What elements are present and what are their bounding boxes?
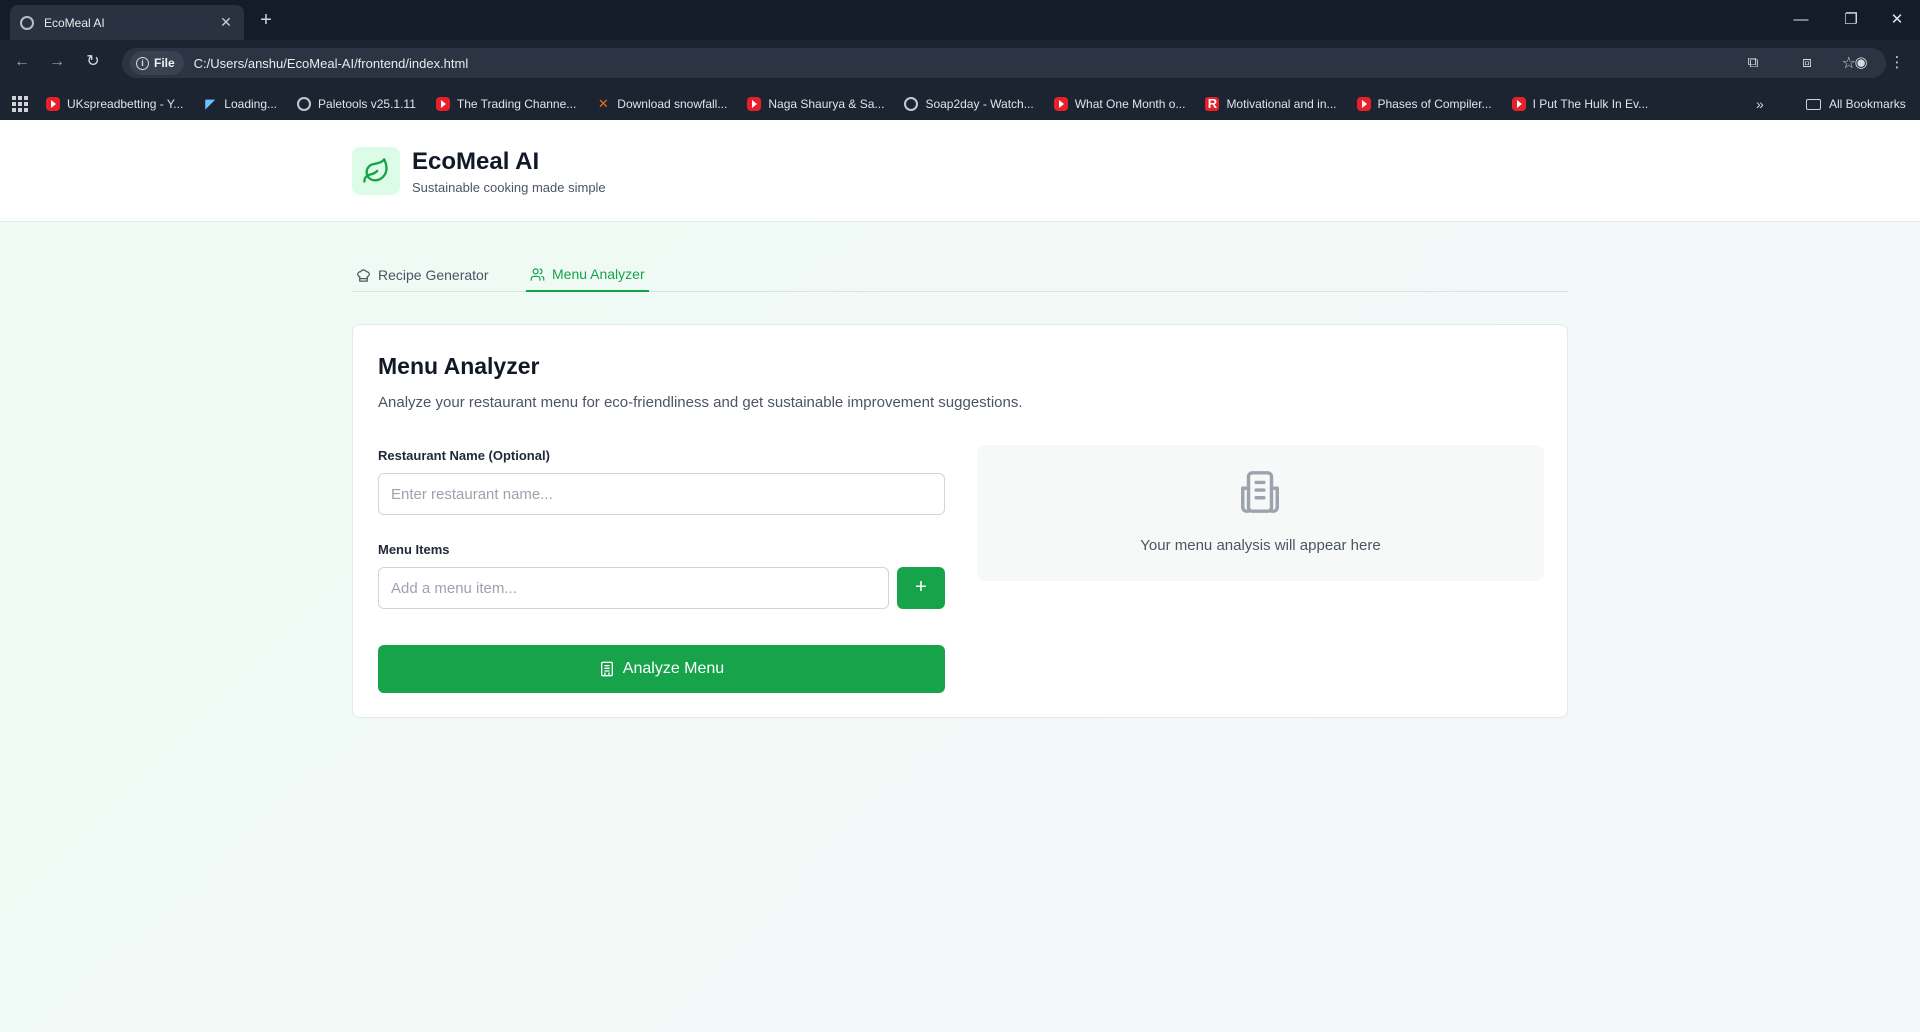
bookmark-item[interactable]: Naga Shaurya & Sa...: [747, 97, 884, 111]
menu-item-input[interactable]: [378, 567, 889, 609]
bookmark-item[interactable]: R Motivational and in...: [1205, 97, 1337, 111]
tab-strip: EcoMeal AI ✕ + — ❐ ✕: [0, 0, 1920, 40]
browser-tab-title: EcoMeal AI: [44, 15, 105, 30]
browser-menu-icon[interactable]: ⋮: [1884, 50, 1910, 76]
minimize-icon[interactable]: —: [1778, 0, 1824, 40]
bookmarks-bar: UKspreadbetting - Y... ◤ Loading... Palet…: [0, 88, 1920, 120]
bookmark-item[interactable]: The Trading Channe...: [435, 97, 576, 111]
bookmark-item[interactable]: UKspreadbetting - Y...: [46, 97, 183, 111]
url-text[interactable]: C:/Users/anshu/EcoMeal-AI/frontend/index…: [194, 56, 469, 71]
globe-icon: [20, 15, 34, 30]
bookmark-item[interactable]: Soap2day - Watch...: [904, 97, 1034, 111]
scheme-label: File: [154, 56, 175, 70]
all-bookmarks-button[interactable]: All Bookmarks: [1806, 88, 1906, 120]
menu-items-label: Menu Items: [378, 542, 450, 557]
new-tab-button[interactable]: +: [254, 8, 278, 32]
apps-grid-icon[interactable]: [12, 96, 28, 112]
extensions-icon[interactable]: ⧉: [1740, 50, 1766, 76]
app-header: EcoMeal AI Sustainable cooking made simp…: [0, 120, 1920, 222]
site-icon: ◤: [205, 96, 216, 111]
section-title: Menu Analyzer: [378, 353, 540, 379]
analysis-placeholder-text: Your menu analysis will appear here: [1140, 537, 1381, 554]
youtube-icon: [747, 97, 762, 111]
address-bar[interactable]: i File C:/Users/anshu/EcoMeal-AI/fronten…: [122, 48, 1886, 78]
x-site-icon: ✕: [597, 96, 609, 111]
analysis-result-panel: Your menu analysis will appear here: [977, 445, 1544, 581]
building-icon: [1241, 471, 1279, 513]
youtube-icon: [1511, 97, 1526, 111]
cast-icon[interactable]: ⧈: [1794, 50, 1820, 76]
youtube-icon: [1053, 97, 1068, 111]
globe-icon: [297, 97, 312, 111]
back-icon[interactable]: ←: [10, 50, 34, 74]
section-description: Analyze your restaurant menu for eco-fri…: [378, 394, 1023, 411]
leaf-icon: [363, 158, 388, 183]
globe-icon: [904, 97, 919, 111]
info-icon: i: [136, 56, 149, 70]
r-site-icon: R: [1205, 97, 1220, 111]
add-menu-item-button[interactable]: +: [897, 567, 945, 609]
site-info-chip[interactable]: i File: [130, 51, 184, 75]
app-title: EcoMeal AI: [412, 148, 540, 175]
bookmark-item[interactable]: I Put The Hulk In Ev...: [1511, 97, 1648, 111]
more-bookmarks-icon[interactable]: »: [1756, 88, 1764, 120]
window-close-icon[interactable]: ✕: [1874, 0, 1920, 40]
analyze-menu-button[interactable]: Analyze Menu: [378, 645, 945, 693]
youtube-icon: [46, 97, 60, 111]
restaurant-name-label: Restaurant Name (Optional): [378, 448, 550, 463]
restaurant-name-input[interactable]: [378, 473, 945, 515]
forward-icon[interactable]: →: [45, 50, 69, 74]
reload-icon[interactable]: ↻: [81, 50, 105, 74]
app-subtitle: Sustainable cooking made simple: [412, 180, 606, 195]
youtube-icon: [1356, 97, 1371, 111]
folder-icon: [1806, 98, 1821, 110]
logo: [352, 147, 400, 195]
users-icon: [530, 267, 545, 281]
bookmark-item[interactable]: Paletools v25.1.11: [297, 97, 416, 111]
bookmark-item[interactable]: ◤ Loading...: [203, 96, 277, 112]
youtube-icon: [435, 97, 450, 111]
bookmark-item[interactable]: What One Month o...: [1053, 97, 1185, 111]
menu-analyzer-card: Menu Analyzer Analyze your restaurant me…: [352, 324, 1568, 718]
tab-recipe-generator[interactable]: Recipe Generator: [352, 258, 493, 292]
bookmark-item[interactable]: ✕ Download snowfall...: [596, 96, 728, 112]
profile-icon[interactable]: ◉: [1848, 50, 1874, 76]
feature-tabs: Recipe Generator Menu Analyzer: [352, 258, 1568, 292]
chef-hat-icon: [357, 268, 370, 282]
browser-chrome: EcoMeal AI ✕ + — ❐ ✕ ← → ↻ i File C:/Use…: [0, 0, 1920, 120]
analyze-menu-label: Analyze Menu: [622, 660, 725, 677]
browser-tab[interactable]: EcoMeal AI ✕: [10, 5, 244, 40]
tab-menu-analyzer[interactable]: Menu Analyzer: [526, 258, 649, 292]
close-tab-icon[interactable]: ✕: [218, 14, 234, 31]
restore-icon[interactable]: ❐: [1828, 0, 1874, 40]
page: EcoMeal AI Sustainable cooking made simp…: [0, 120, 1920, 1032]
bookmark-item[interactable]: Phases of Compiler...: [1356, 97, 1492, 111]
building-icon: [600, 661, 613, 677]
tab-label: Menu Analyzer: [552, 266, 645, 282]
tab-label: Recipe Generator: [378, 267, 489, 283]
